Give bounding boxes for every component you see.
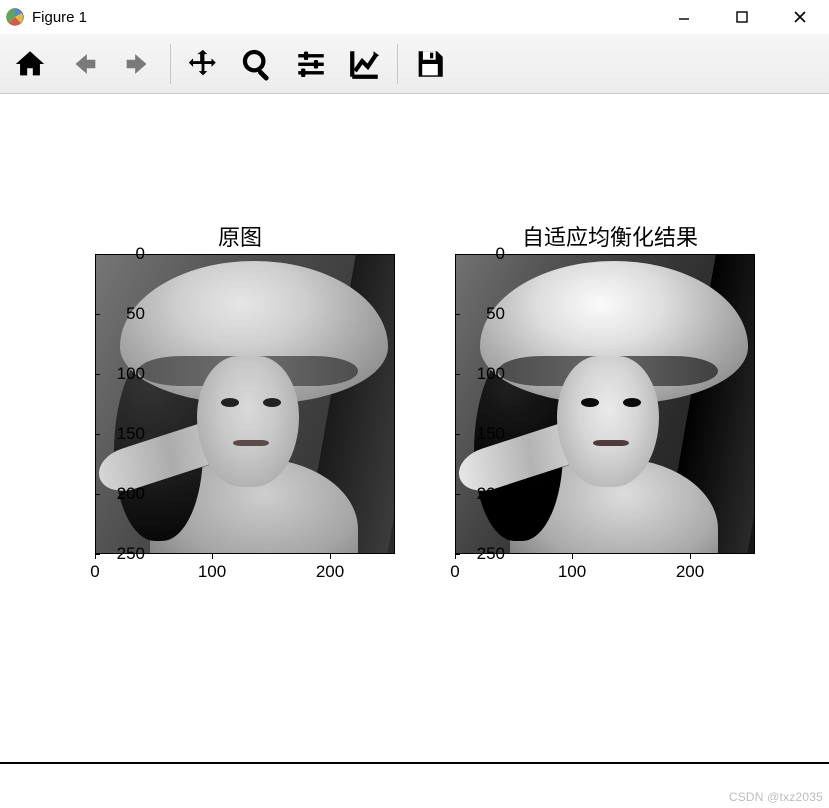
ytick-label: 100 <box>95 364 155 384</box>
image-content <box>456 255 754 553</box>
axes-image <box>95 254 395 554</box>
ytick-label: 200 <box>95 484 155 504</box>
minimize-button[interactable] <box>655 0 713 34</box>
figure-canvas[interactable]: 原图 0 50 100 150 200 250 <box>0 94 829 764</box>
toolbar-separator <box>170 44 171 84</box>
zoom-button[interactable] <box>233 40 281 88</box>
window-title: Figure 1 <box>32 9 87 26</box>
back-button[interactable] <box>60 40 108 88</box>
xtick-label: 200 <box>660 554 720 582</box>
toolbar-separator <box>397 44 398 84</box>
configure-subplots-button[interactable] <box>287 40 335 88</box>
subplot-original: 原图 0 50 100 150 200 250 <box>60 254 420 614</box>
home-button[interactable] <box>6 40 54 88</box>
ytick-label: 0 <box>455 244 515 264</box>
xtick-label: 0 <box>425 554 485 582</box>
ytick-label: 150 <box>455 424 515 444</box>
maximize-button[interactable] <box>713 0 771 34</box>
ytick-label: 200 <box>455 484 515 504</box>
matplotlib-app-icon <box>6 8 24 26</box>
ytick-label: 50 <box>455 304 515 324</box>
xtick-label: 100 <box>542 554 602 582</box>
xtick-label: 100 <box>182 554 242 582</box>
matplotlib-toolbar <box>0 34 829 94</box>
pan-button[interactable] <box>179 40 227 88</box>
ytick-label: 100 <box>455 364 515 384</box>
ytick-label: 50 <box>95 304 155 324</box>
window-titlebar: Figure 1 <box>0 0 829 34</box>
xtick-label: 200 <box>300 554 360 582</box>
edit-axes-button[interactable] <box>341 40 389 88</box>
ytick-label: 150 <box>95 424 155 444</box>
image-content <box>96 255 394 553</box>
save-button[interactable] <box>406 40 454 88</box>
xtick-label: 0 <box>65 554 125 582</box>
axes-image <box>455 254 755 554</box>
close-button[interactable] <box>771 0 829 34</box>
watermark: CSDN @txz2035 <box>729 790 823 804</box>
forward-button[interactable] <box>114 40 162 88</box>
subplot-clahe: 自适应均衡化结果 0 50 100 150 200 2 <box>420 254 800 614</box>
ytick-label: 0 <box>95 244 155 264</box>
figure-baseline <box>0 762 829 764</box>
